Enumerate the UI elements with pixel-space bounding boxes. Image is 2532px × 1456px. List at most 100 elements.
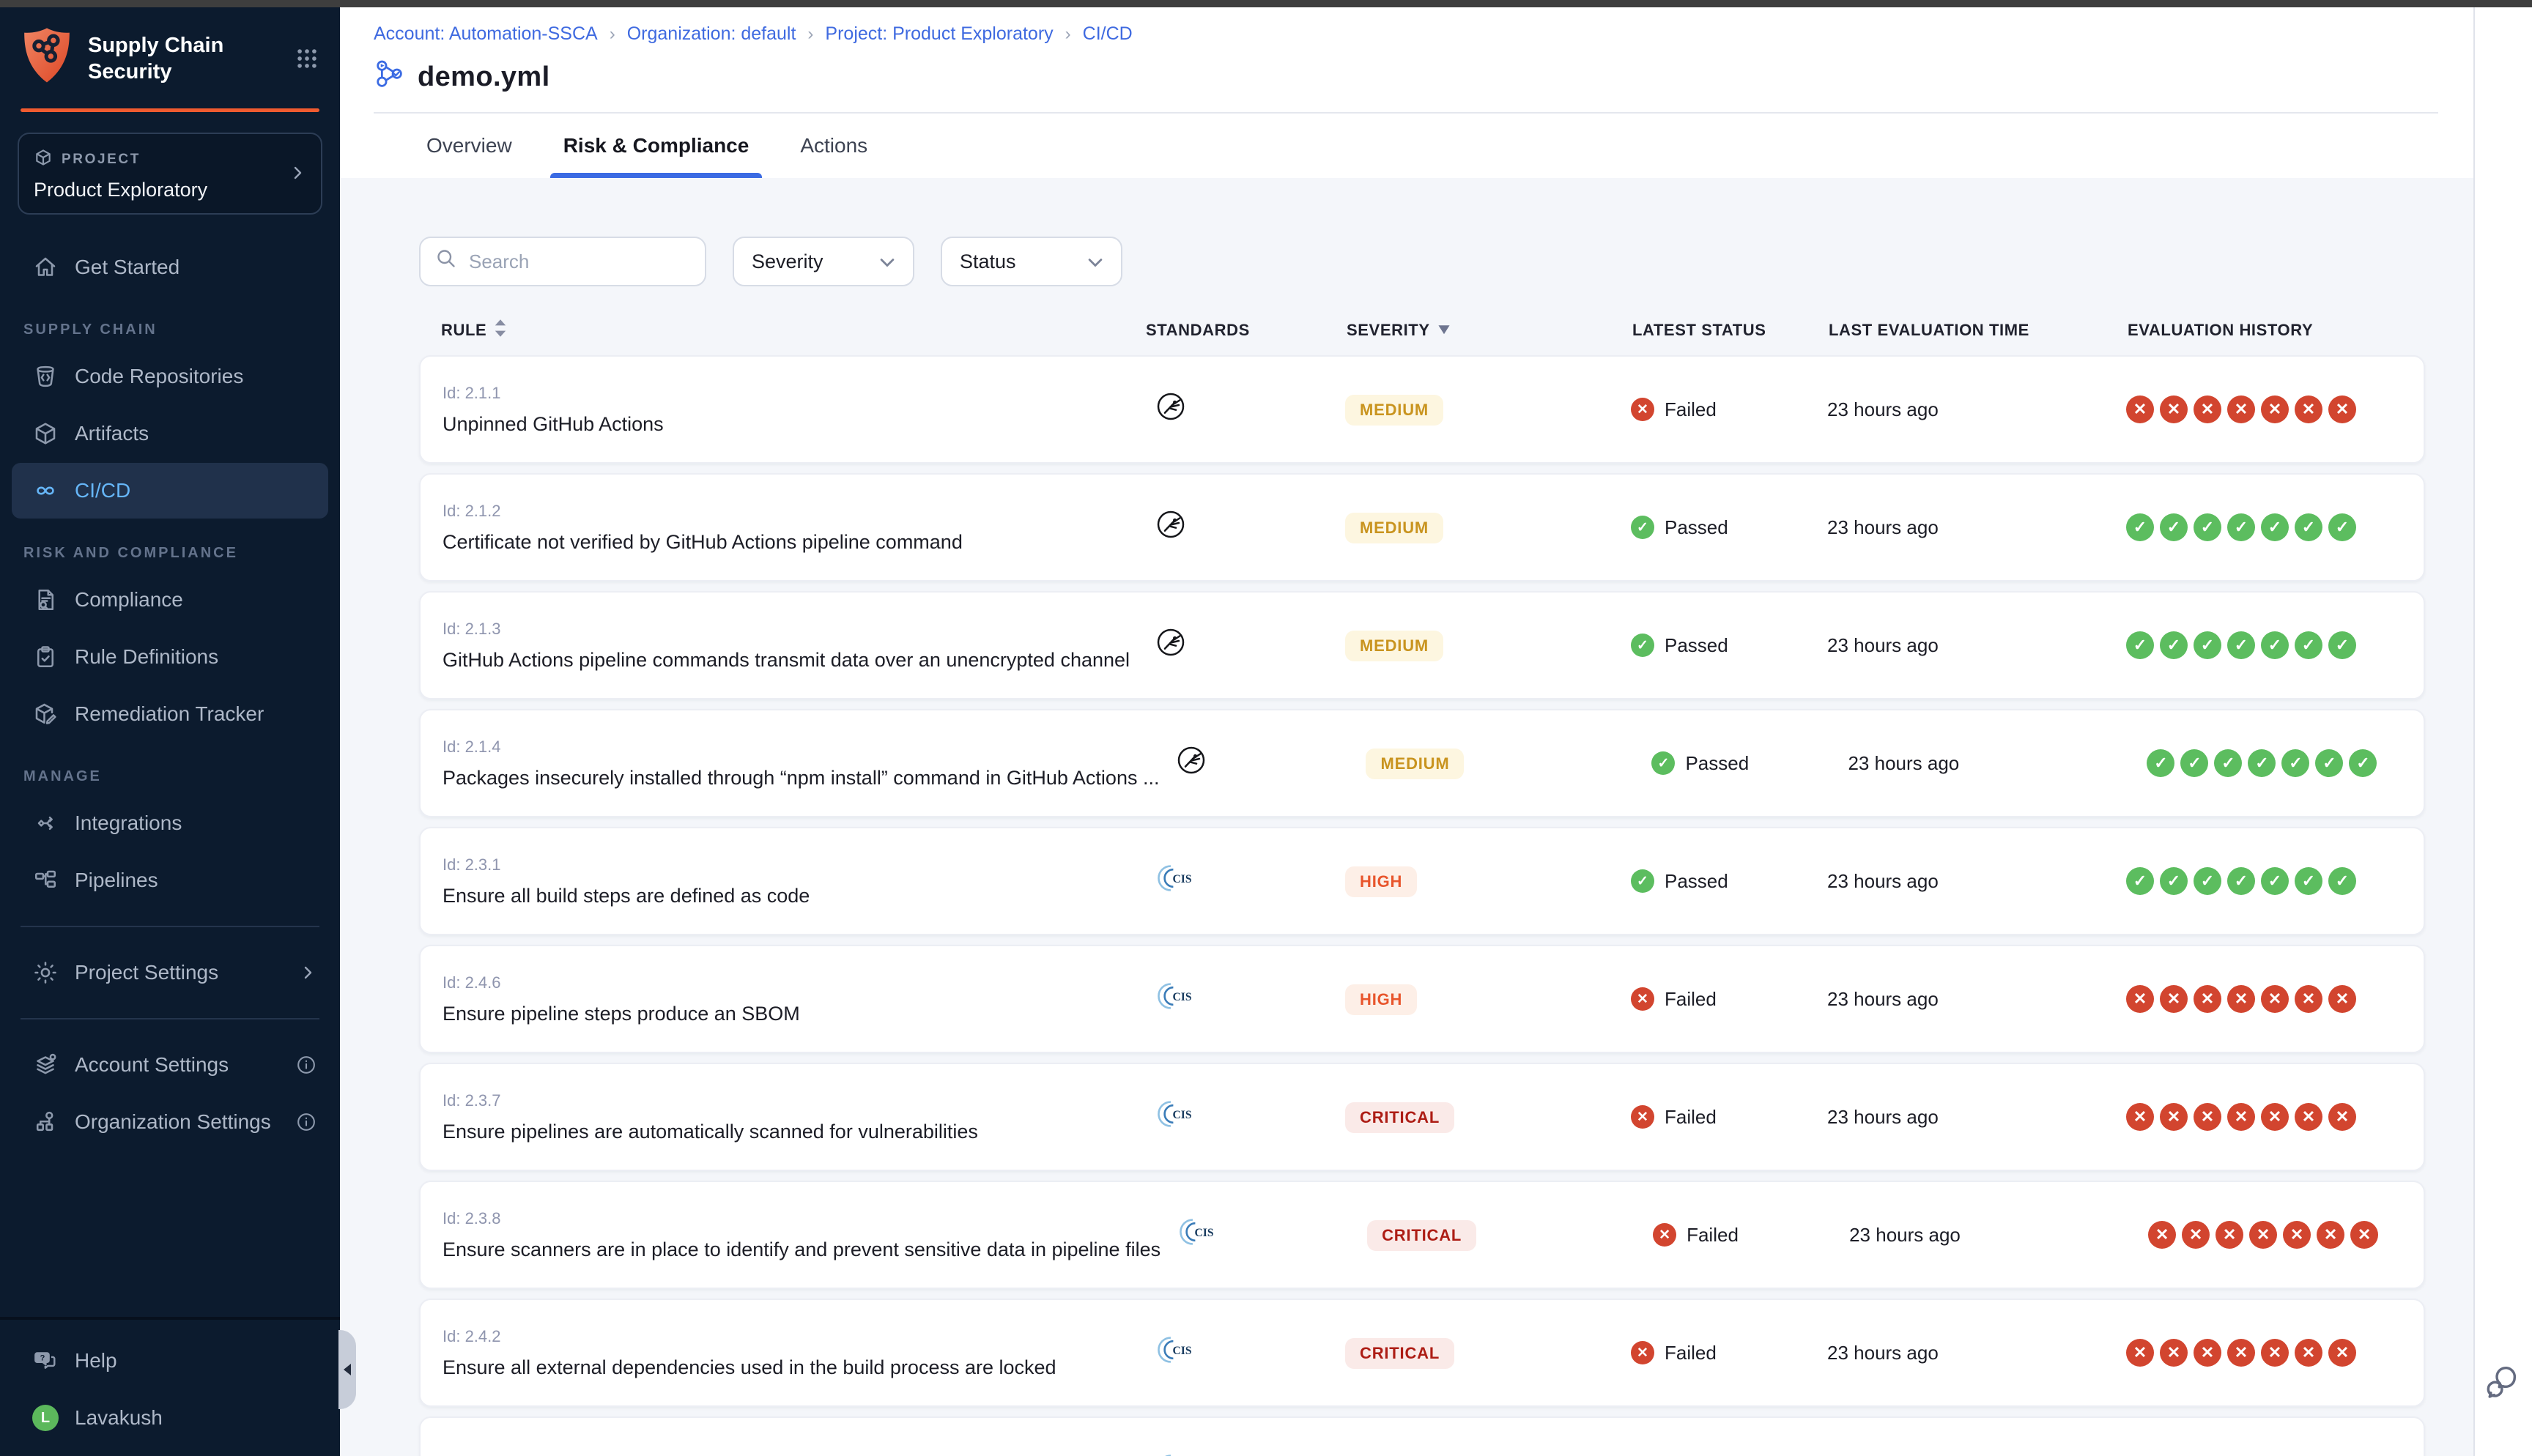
sidebar-item-get-started[interactable]: Get Started (12, 239, 328, 295)
table-row[interactable]: Id: 2.1.2Certificate not verified by Git… (419, 473, 2425, 582)
severity-filter-select[interactable]: Severity (733, 237, 914, 286)
severity-badge: CRITICAL (1345, 1338, 1454, 1369)
rule-name: Ensure scanners are in place to identify… (443, 1238, 1166, 1261)
tab-actions[interactable]: Actions (800, 114, 867, 178)
sidebar-collapse-handle[interactable] (338, 1330, 356, 1409)
column-header-rule[interactable]: RULE (441, 319, 1146, 342)
breadcrumb-separator-icon: › (1065, 24, 1071, 45)
standards-cell (1144, 510, 1345, 545)
rule-cell: Id: 2.3.1Ensure all build steps are defi… (443, 855, 1144, 907)
table-row[interactable]: Id: 2.1.4Packages insecurely installed t… (419, 709, 2425, 817)
evaluation-time: 23 hours ago (1827, 988, 2126, 1011)
window-top-bar (0, 0, 2532, 7)
column-header-evaluation-history[interactable]: EVALUATION HISTORY (2128, 321, 2425, 340)
chevron-right-icon (299, 964, 316, 981)
table-row[interactable]: Id: 2.3.8Ensure scanners are in place to… (419, 1181, 2425, 1289)
sidebar-item-integrations[interactable]: Integrations (12, 795, 328, 851)
cis-icon: CIS (1156, 863, 1194, 899)
project-selector[interactable]: PROJECT Product Exploratory (18, 133, 322, 215)
breadcrumb-cicd[interactable]: CI/CD (1083, 23, 1133, 45)
severity-badge: MEDIUM (1366, 749, 1464, 779)
sidebar-item-remediation-tracker[interactable]: Remediation Tracker (12, 686, 328, 742)
standards-cell: CIS (1166, 1217, 1367, 1253)
sidebar-item-rule-definitions[interactable]: Rule Definitions (12, 629, 328, 685)
breadcrumb-organization[interactable]: Organization: default (627, 23, 796, 45)
history-passed-icon: ✓ (2160, 513, 2188, 541)
history-failed-icon: ✕ (2126, 1103, 2154, 1131)
sidebar-item-compliance[interactable]: Compliance (12, 572, 328, 628)
table-row[interactable]: Id: 3.1.7CISCRITICAL✕Failed23 hours ago✕… (419, 1416, 2425, 1456)
sidebar-item-code-repositories[interactable]: Code Repositories (12, 349, 328, 404)
column-header-standards[interactable]: STANDARDS (1146, 321, 1347, 340)
status-label: Failed (1687, 1224, 1739, 1247)
table-row[interactable]: Id: 2.3.7Ensure pipelines are automatica… (419, 1063, 2425, 1171)
table-row[interactable]: Id: 2.1.1Unpinned GitHub ActionsMEDIUM✕F… (419, 355, 2425, 464)
history-passed-icon: ✓ (2328, 631, 2356, 659)
severity-badge: MEDIUM (1345, 631, 1443, 661)
history-failed-icon: ✕ (2261, 395, 2289, 423)
history-failed-icon: ✕ (2317, 1221, 2344, 1249)
breadcrumb-account[interactable]: Account: Automation-SSCA (374, 23, 598, 45)
artifacts-icon (32, 420, 59, 447)
standards-cell: CIS (1144, 1099, 1345, 1135)
sidebar-item-ci-cd[interactable]: CI/CD (12, 463, 328, 519)
rule-cell: Id: 2.3.8Ensure scanners are in place to… (443, 1209, 1166, 1261)
status-cell: ✓Passed (1631, 516, 1827, 539)
status-passed-icon: ✓ (1631, 634, 1654, 657)
svg-text:CIS: CIS (1173, 1109, 1192, 1121)
history-failed-icon: ✕ (2261, 985, 2289, 1013)
sidebar-item-artifacts[interactable]: Artifacts (12, 406, 328, 461)
column-header-last-evaluation-time[interactable]: LAST EVALUATION TIME (1829, 321, 2128, 340)
rule-id: Id: 2.1.1 (443, 384, 1144, 403)
sidebar-user-menu[interactable]: L Lavakush (12, 1390, 328, 1446)
severity-cell: HIGH (1345, 984, 1631, 1015)
home-icon (32, 254, 59, 281)
sidebar-item-organization-settings[interactable]: Organization Settings (12, 1094, 328, 1150)
sidebar-item-help[interactable]: ? Help (12, 1333, 328, 1389)
chevron-right-icon (289, 160, 306, 187)
chat-support-icon[interactable] (2484, 1362, 2522, 1400)
sidebar-section-supply-chain: SUPPLY CHAIN (0, 297, 340, 347)
tab-risk-and-compliance[interactable]: Risk & Compliance (563, 114, 749, 178)
history-failed-icon: ✕ (2295, 1339, 2322, 1367)
search-input[interactable] (469, 250, 690, 273)
status-failed-icon: ✕ (1631, 987, 1654, 1011)
avatar: L (32, 1405, 59, 1431)
chevron-down-icon (879, 250, 895, 273)
breadcrumb-project[interactable]: Project: Product Exploratory (825, 23, 1053, 45)
column-header-severity[interactable]: SEVERITY (1347, 321, 1632, 340)
history-passed-icon: ✓ (2147, 749, 2174, 777)
evaluation-history: ✕✕✕✕✕✕✕ (2126, 395, 2424, 423)
tab-overview[interactable]: Overview (426, 114, 512, 178)
table-row[interactable]: Id: 2.3.1Ensure all build steps are defi… (419, 827, 2425, 935)
status-cell: ✕Failed (1631, 1105, 1827, 1129)
evaluation-history: ✕✕✕✕✕✕✕ (2126, 985, 2424, 1013)
cis-icon: CIS (1156, 981, 1194, 1017)
status-cell: ✓Passed (1631, 634, 1827, 657)
column-header-latest-status[interactable]: LATEST STATUS (1632, 321, 1829, 340)
filter-row: Severity Status (419, 237, 2473, 286)
sidebar-item-project-settings[interactable]: Project Settings (12, 945, 328, 1000)
standards-cell: CIS (1144, 863, 1345, 899)
sidebar-item-account-settings[interactable]: Account Settings (12, 1037, 328, 1093)
app-grid-icon[interactable] (295, 46, 319, 71)
status-cell: ✓Passed (1631, 869, 1827, 893)
status-filter-select[interactable]: Status (941, 237, 1122, 286)
info-icon[interactable] (296, 1055, 316, 1075)
status-failed-icon: ✕ (1631, 1341, 1654, 1364)
history-failed-icon: ✕ (2194, 985, 2221, 1013)
svg-text:CIS: CIS (1173, 1345, 1192, 1357)
history-failed-icon: ✕ (2261, 1339, 2289, 1367)
project-info: PROJECT Product Exploratory (34, 146, 289, 201)
sidebar-divider (21, 926, 319, 927)
rule-cell: Id: 2.1.4Packages insecurely installed t… (443, 738, 1165, 790)
table-row[interactable]: Id: 2.4.6Ensure pipeline steps produce a… (419, 945, 2425, 1053)
table-row[interactable]: Id: 2.4.2Ensure all external dependencie… (419, 1299, 2425, 1407)
rule-id: Id: 2.1.4 (443, 738, 1165, 757)
info-icon[interactable] (296, 1112, 316, 1132)
main-area: Account: Automation-SSCA › Organization:… (340, 7, 2473, 1456)
history-failed-icon: ✕ (2160, 1339, 2188, 1367)
risk-compliance-content: Severity Status RULE (340, 178, 2473, 1456)
table-row[interactable]: Id: 2.1.3GitHub Actions pipeline command… (419, 591, 2425, 699)
sidebar-item-pipelines[interactable]: Pipelines (12, 853, 328, 908)
